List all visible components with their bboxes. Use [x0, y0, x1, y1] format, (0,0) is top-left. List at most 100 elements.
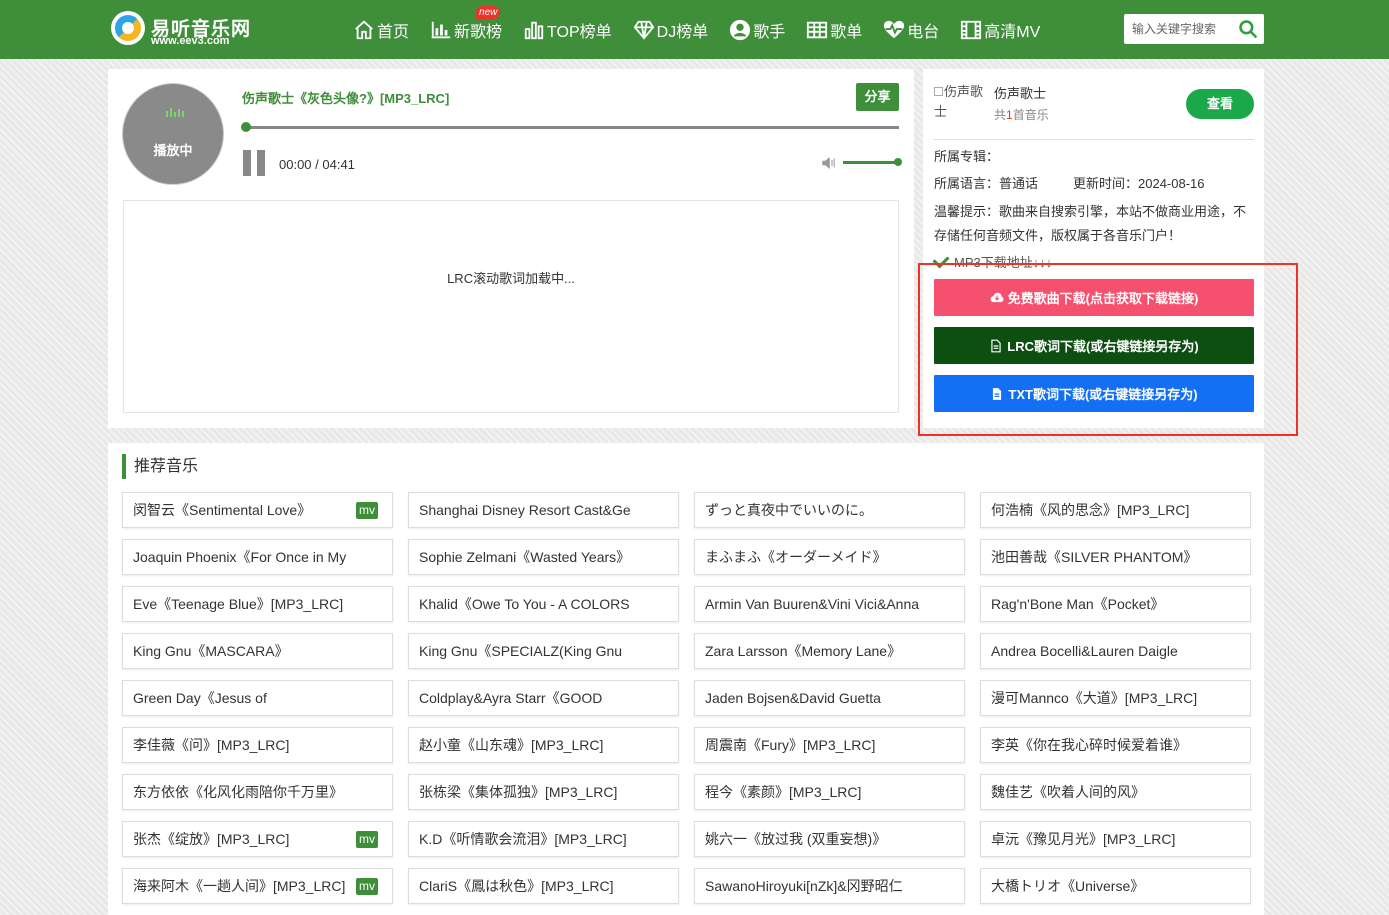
grid-icon [807, 21, 828, 38]
recommend-item[interactable]: ずっと真夜中でいいのに。 [694, 492, 965, 528]
recommend-item[interactable]: 东方依依《化风化雨陪你千万里》 [122, 774, 393, 810]
recommend-item-label: 李英《你在我心碎时候爱着谁》 [991, 737, 1187, 753]
view-artist-button[interactable]: 查看 [1186, 89, 1254, 119]
nav-top-chart[interactable]: TOP榜单 [523, 0, 612, 59]
recommend-item-label: Shanghai Disney Resort Cast&Ge [419, 502, 631, 518]
artist-image[interactable]: 伤声歌士 [934, 81, 984, 121]
recommend-item[interactable]: 程今《素颜》[MP3_LRC] [694, 774, 965, 810]
recommend-item[interactable]: Coldplay&Ayra Starr《GOOD [408, 680, 679, 716]
pause-button[interactable] [243, 150, 267, 176]
recommend-item[interactable]: 池田善哉《SILVER PHANTOM》 [980, 539, 1251, 575]
logo-url: www.eev3.com [151, 35, 230, 47]
volume-fill [843, 158, 902, 166]
nav-singers[interactable]: 歌手 [729, 0, 785, 59]
site-logo[interactable]: 易听音乐网 www.eev3.com [111, 10, 261, 50]
share-button[interactable]: 分享 [856, 83, 899, 111]
recommend-item[interactable]: Armin Van Buuren&Vini Vici&Anna [694, 586, 965, 622]
recommend-item-label: 东方依依《化风化雨陪你千万里》 [133, 784, 343, 800]
recommend-item[interactable]: 闵智云《Sentimental Love》 mv [122, 492, 393, 528]
recommend-item-label: 闵智云《Sentimental Love》 [133, 502, 312, 518]
recommend-item[interactable]: 大橋トリオ《Universe》 [980, 868, 1251, 904]
recommend-item[interactable]: K.D《听情歌会流泪》[MP3_LRC] [408, 821, 679, 857]
recommend-item-label: 张杰《绽放》[MP3_LRC] [133, 831, 290, 847]
artist-name[interactable]: 伤声歌士 [994, 83, 1046, 102]
recommend-item[interactable]: Andrea Bocelli&Lauren Daigle [980, 633, 1251, 669]
recommend-item[interactable]: 李佳薇《问》[MP3_LRC] [122, 727, 393, 763]
nav-hd-mv[interactable]: 高清MV [960, 0, 1040, 59]
recommend-item[interactable]: Jaden Bojsen&David Guetta [694, 680, 965, 716]
nav-home[interactable]: 首页 [353, 0, 409, 59]
recommend-item[interactable]: Shanghai Disney Resort Cast&Ge [408, 492, 679, 528]
recommend-item[interactable]: Sophie Zelmani《Wasted Years》 [408, 539, 679, 575]
recommend-item-label: 周震南《Fury》[MP3_LRC] [705, 737, 876, 753]
nav-dj-chart[interactable]: DJ榜单 [633, 0, 708, 59]
top-header: 易听音乐网 www.eev3.com 首页 新歌榜 new TOP榜单 DJ榜单… [0, 0, 1389, 59]
search-icon[interactable] [1238, 19, 1258, 39]
recommend-item-label: 卓沅《豫见月光》[MP3_LRC] [991, 831, 1176, 847]
language-field: 所属语言：普通话 [934, 176, 1039, 191]
main-nav: 首页 新歌榜 new TOP榜单 DJ榜单 歌手 歌单 电台 高清MV [353, 0, 1061, 59]
recommend-item[interactable]: 魏佳艺《吹着人间的风》 [980, 774, 1251, 810]
recommend-item[interactable]: Green Day《Jesus of [122, 680, 393, 716]
recommend-item-label: 赵小童《山东魂》[MP3_LRC] [419, 737, 604, 753]
recommend-item-label: Eve《Teenage Blue》[MP3_LRC] [133, 596, 344, 612]
recommend-item-label: King Gnu《MASCARA》 [133, 643, 289, 659]
artist-song-count: 共1首音乐 [994, 108, 1049, 122]
nav-playlists[interactable]: 歌单 [806, 0, 862, 59]
recommend-item[interactable]: SawanoHiroyuki[nZk]&冈野昭仁 [694, 868, 965, 904]
recommend-item[interactable]: 姚六一《放过我 (双重妄想)》 [694, 821, 965, 857]
recommend-item-label: Joaquin Phoenix《For Once in My [133, 549, 347, 565]
nav-radio[interactable]: 电台 [883, 0, 939, 59]
recommend-item[interactable]: 何浩楠《风的思念》[MP3_LRC] [980, 492, 1251, 528]
volume-knob[interactable] [894, 158, 902, 166]
mv-badge[interactable]: mv [356, 831, 378, 848]
recommend-item-label: ずっと真夜中でいいのに。 [705, 502, 873, 518]
nav-label: TOP榜单 [547, 23, 612, 41]
recommend-item-label: まふまふ《オーダーメイド》 [705, 549, 887, 565]
recommend-item[interactable]: 漫可Mannco《大道》[MP3_LRC] [980, 680, 1251, 716]
mv-badge[interactable]: mv [356, 502, 378, 519]
recommend-item[interactable]: Zara Larsson《Memory Lane》 [694, 633, 965, 669]
nav-label: 高清MV [984, 23, 1041, 41]
recommend-item[interactable]: Rag'n'Bone Man《Pocket》 [980, 586, 1251, 622]
mv-badge[interactable]: mv [356, 878, 378, 895]
recommend-item[interactable]: King Gnu《SPECIALZ(King Gnu [408, 633, 679, 669]
progress-knob[interactable] [241, 122, 251, 132]
volume-icon[interactable] [820, 154, 838, 172]
bar-chart-icon [431, 21, 451, 38]
recommend-item[interactable]: 周震南《Fury》[MP3_LRC] [694, 727, 965, 763]
divider [934, 139, 1254, 140]
recommend-item[interactable]: Eve《Teenage Blue》[MP3_LRC] [122, 586, 393, 622]
notice-text: 温馨提示：歌曲来自搜索引擎，本站不做商业用途，不存储任何音频文件，版权属于各音乐… [934, 204, 1247, 243]
recommend-item[interactable]: まふまふ《オーダーメイド》 [694, 539, 965, 575]
recommend-item-label: ClariS《鳳は秋色》[MP3_LRC] [419, 878, 614, 894]
recommend-item[interactable]: Khalid《Owe To You - A COLORS [408, 586, 679, 622]
recommend-item-label: Andrea Bocelli&Lauren Daigle [991, 643, 1178, 659]
recommend-item-label: Coldplay&Ayra Starr《GOOD [419, 690, 603, 706]
recommend-item[interactable]: King Gnu《MASCARA》 [122, 633, 393, 669]
search-input[interactable] [1124, 14, 1234, 44]
recommend-item-label: Sophie Zelmani《Wasted Years》 [419, 549, 631, 565]
volume-slider[interactable] [843, 158, 902, 166]
recommend-item[interactable]: 赵小童《山东魂》[MP3_LRC] [408, 727, 679, 763]
nav-label: 歌手 [753, 23, 786, 41]
nav-label: 新歌榜 [454, 23, 503, 41]
song-count-number: 1 [1006, 108, 1013, 122]
recommend-item-label: Green Day《Jesus of [133, 690, 267, 706]
stats-icon [524, 21, 544, 39]
recommend-item[interactable]: 卓沅《豫见月光》[MP3_LRC] [980, 821, 1251, 857]
nav-label: 电台 [907, 23, 940, 41]
recommend-item[interactable]: 海来阿木《一趟人间》[MP3_LRC] mv [122, 868, 393, 904]
recommend-item[interactable]: Joaquin Phoenix《For Once in My [122, 539, 393, 575]
recommend-item[interactable]: 张杰《绽放》[MP3_LRC] mv [122, 821, 393, 857]
equalizer-icon [166, 107, 184, 117]
recommend-item[interactable]: 张栋梁《集体孤独》[MP3_LRC] [408, 774, 679, 810]
progress-bar[interactable] [241, 122, 899, 132]
recommend-item[interactable]: 李英《你在我心碎时候爱着谁》 [980, 727, 1251, 763]
recommend-item-label: SawanoHiroyuki[nZk]&冈野昭仁 [705, 878, 903, 894]
logo-icon [111, 11, 145, 45]
lyrics-box: LRC滚动歌词加载中... [123, 200, 899, 413]
nav-new-songs[interactable]: 新歌榜 new [430, 0, 502, 59]
nav-label: 歌单 [830, 23, 863, 41]
recommend-item[interactable]: ClariS《鳳は秋色》[MP3_LRC] [408, 868, 679, 904]
